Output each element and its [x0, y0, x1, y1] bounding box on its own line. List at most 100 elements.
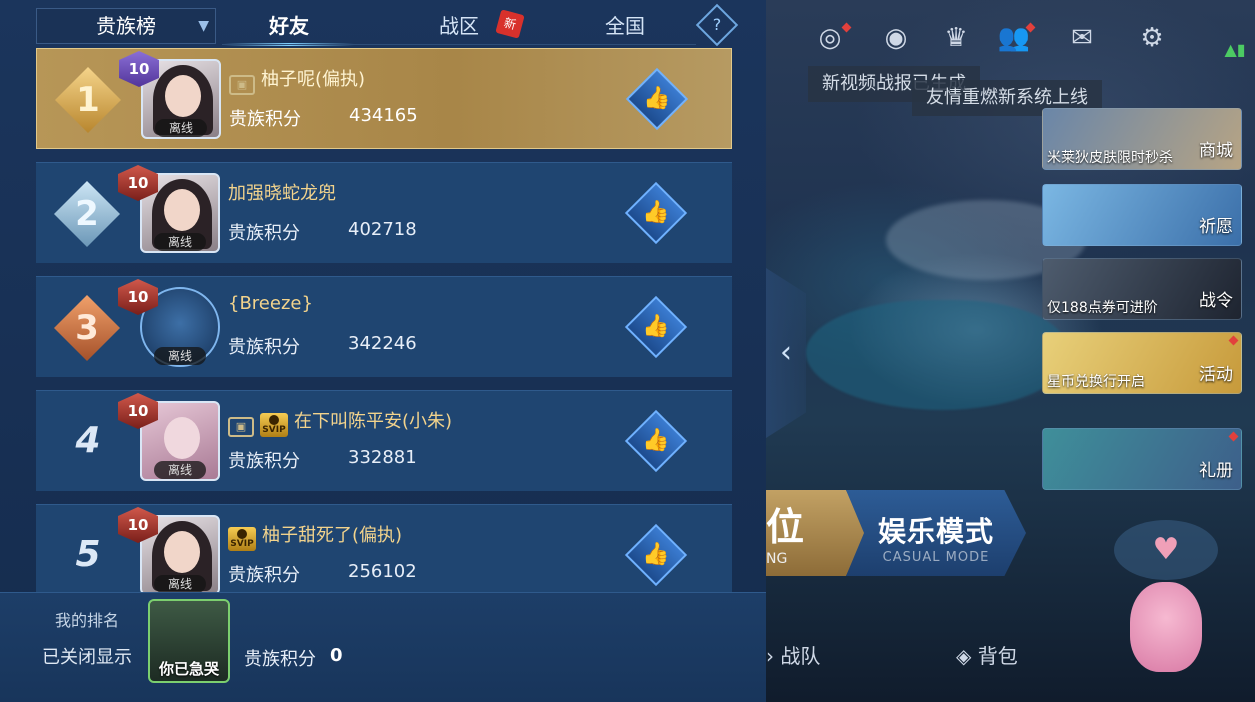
side-card-battle-pass[interactable]: 仅188点券可进阶 战令 — [1042, 258, 1242, 320]
leaderboard-row[interactable]: 2 10 离线 加强晓蛇龙兜 贵族积分 402718 👍 — [36, 162, 732, 263]
score-label: 贵族积分 — [229, 109, 301, 130]
side-card-caption: 星币兑换行开启 — [1047, 374, 1145, 390]
offline-tag: 离线 — [155, 119, 207, 137]
replay-eye-icon[interactable]: ◉ — [876, 18, 916, 58]
wifi-battery-icon: ▲▮ — [1224, 40, 1246, 59]
tab-region-label: 战区 — [439, 14, 479, 38]
side-card-tag: 战令 — [1199, 291, 1233, 311]
leaderboard-tabs: 贵族榜 ▼ 好友 战区 新 全国 ? — [36, 3, 739, 47]
player-name: ▣ SVIP 在下叫陈平安(小朱) — [228, 407, 452, 437]
casual-mode-button[interactable]: 娱乐模式 CASUAL MODE — [846, 490, 1026, 576]
svip-icon: SVIP — [228, 527, 256, 551]
like-button[interactable]: 👍 — [624, 523, 688, 587]
side-card-tag: 活动 — [1199, 365, 1233, 385]
my-nickname: 你已急哭 — [158, 660, 219, 678]
trophy-icon[interactable]: ♛ — [936, 18, 976, 58]
like-button[interactable]: 👍 — [624, 409, 688, 473]
whale-art — [806, 300, 1066, 410]
leaderboard-panel: 贵族榜 ▼ 好友 战区 新 全国 ? 1 10 离线 ▣ 柚子呢(偏执) 贵族积分… — [0, 0, 766, 702]
player-name: SVIP 柚子甜死了(偏执) — [228, 521, 402, 551]
offline-tag: 离线 — [154, 575, 206, 593]
svip-icon: SVIP — [260, 413, 288, 437]
leaderboard-row[interactable]: 1 10 离线 ▣ 柚子呢(偏执) 贵族积分 434165 👍 — [36, 48, 732, 149]
tab-national[interactable]: 全国 — [550, 8, 700, 44]
notification-dot — [1025, 22, 1036, 33]
thumbs-up-icon: 👍 — [642, 428, 670, 453]
team-icon: › — [766, 644, 774, 668]
nav-bag-label: 背包 — [977, 644, 1018, 668]
side-card-event[interactable]: 星币兑换行开启 活动 — [1042, 332, 1242, 394]
player-name: 加强晓蛇龙兜 — [228, 183, 336, 204]
my-rank-label: 我的排名 — [55, 611, 120, 630]
player-avatar[interactable]: 10 离线 — [118, 165, 220, 253]
thumbs-up-icon: 👍 — [642, 314, 670, 339]
score-value: 256102 — [348, 561, 417, 582]
side-card-caption: 仅188点券可进阶 — [1047, 300, 1158, 316]
thumbs-up-icon: 👍 — [642, 200, 670, 225]
offline-tag: 离线 — [154, 461, 206, 479]
help-icon[interactable]: ? — [695, 3, 739, 47]
settings-gear-icon[interactable]: ⚙ — [1132, 18, 1172, 58]
like-button[interactable]: 👍 — [624, 295, 688, 359]
side-card-tag: 商城 — [1199, 141, 1233, 161]
my-avatar[interactable]: 你已急哭 — [148, 599, 230, 683]
score-value: 342246 — [348, 333, 417, 354]
leaderboard-row[interactable]: 4 10 离线 ▣ SVIP 在下叫陈平安(小朱) 贵族积分 332881 👍 — [36, 390, 732, 491]
side-card-tag: 祈愿 — [1199, 217, 1233, 237]
tab-divider — [222, 44, 696, 45]
board-type-dropdown[interactable]: 贵族榜 ▼ — [36, 8, 216, 44]
radar-icon[interactable]: ◎ — [810, 18, 852, 58]
player-avatar[interactable]: 10 离线 — [119, 51, 221, 139]
score-label: 贵族积分 — [228, 337, 300, 358]
rank-3-badge: 3 — [54, 295, 120, 361]
notification-dot — [841, 22, 852, 33]
my-score-value: 0 — [330, 645, 343, 666]
leaderboard-row[interactable]: 5 10 离线 SVIP 柚子甜死了(偏执) 贵族积分 256102 👍 — [36, 504, 732, 593]
notification-dot — [1228, 431, 1239, 442]
like-button[interactable]: 👍 — [624, 181, 688, 245]
rank-2-badge: 2 — [54, 181, 120, 247]
side-card-shop[interactable]: 米莱狄皮肤限时秒杀 商城 — [1042, 108, 1242, 170]
offline-tag: 离线 — [154, 347, 206, 365]
leaderboard-list[interactable]: 1 10 离线 ▣ 柚子呢(偏执) 贵族积分 434165 👍 2 10 离线 加… — [36, 48, 732, 593]
chevron-down-icon: ▼ — [198, 18, 209, 34]
player-avatar[interactable]: 10 离线 — [118, 279, 220, 367]
rank-1-badge: 1 — [55, 67, 121, 133]
nav-bag[interactable]: ◈ 背包 — [956, 640, 1018, 669]
nav-team[interactable]: › 战队 — [766, 640, 820, 669]
heart-icon: ♥ — [1114, 520, 1218, 580]
friends-icon[interactable]: 👥 — [994, 18, 1036, 58]
top-toolbar: ◎ ◉ ♛ 👥 ✉ ⚙ ▲▮ — [766, 18, 1255, 59]
mail-icon[interactable]: ✉ — [1062, 18, 1102, 58]
my-rank-bar: 我的排名 已关闭显示 你已急哭 贵族积分 0 — [0, 592, 766, 702]
score-label: 贵族积分 — [228, 451, 300, 472]
side-card-caption: 米莱狄皮肤限时秒杀 — [1047, 150, 1173, 166]
pet-companion[interactable]: ♥ — [1106, 520, 1226, 690]
thumbs-up-icon: 👍 — [643, 86, 671, 111]
lobby-background: ◎ ◉ ♛ 👥 ✉ ⚙ ▲▮ 新视频战报已生成 友情重燃新系统上线 米莱狄皮肤限… — [766, 0, 1255, 702]
nav-team-label: 战队 — [780, 644, 821, 668]
dropdown-label: 贵族榜 — [96, 14, 156, 38]
score-label: 贵族积分 — [228, 223, 300, 244]
tab-friends[interactable]: 好友 — [214, 8, 364, 46]
ranked-mode-sub: NG — [766, 551, 788, 567]
my-score-label: 贵族积分 — [244, 649, 316, 670]
player-avatar[interactable]: 10 离线 — [118, 507, 220, 593]
collapse-arrow-icon[interactable]: ‹ — [766, 268, 806, 438]
side-card-gift-book[interactable]: 礼册 — [1042, 428, 1242, 490]
side-card-tag: 礼册 — [1199, 461, 1233, 481]
thumbs-up-icon: 👍 — [642, 542, 670, 567]
side-card-wish[interactable]: 祈愿 — [1042, 184, 1242, 246]
ranked-mode-button[interactable]: 位 NG — [766, 490, 866, 576]
offline-tag: 离线 — [154, 233, 206, 251]
player-avatar[interactable]: 10 离线 — [118, 393, 220, 481]
ranked-mode-label: 位 — [766, 505, 805, 549]
score-value: 332881 — [348, 447, 417, 468]
frame-icon: ▣ — [229, 75, 255, 95]
like-button[interactable]: 👍 — [625, 67, 689, 131]
casual-mode-sub: CASUAL MODE — [882, 550, 990, 565]
player-name: {Breeze} — [228, 293, 313, 314]
score-value: 434165 — [349, 105, 418, 126]
leaderboard-row[interactable]: 3 10 离线 {Breeze} 贵族积分 342246 👍 — [36, 276, 732, 377]
bag-icon: ◈ — [956, 644, 972, 668]
